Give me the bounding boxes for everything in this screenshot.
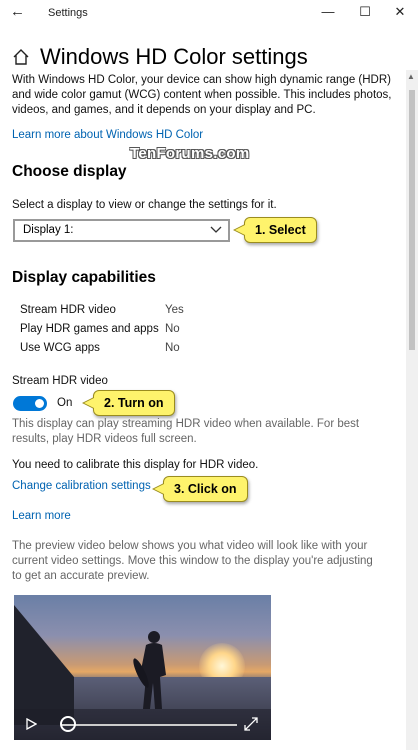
callout-click-on: 3. Click on (152, 476, 248, 502)
video-controls (14, 709, 271, 740)
settings-content: Windows HD Color settings With Windows H… (0, 26, 402, 750)
capability-row: Stream HDR video Yes (20, 304, 220, 323)
display-select[interactable]: Display 1: (13, 219, 230, 242)
stream-hdr-label: Stream HDR video (12, 375, 108, 387)
page-header: Windows HD Color settings (12, 44, 308, 70)
stream-hdr-toggle[interactable] (13, 396, 47, 411)
seek-thumb[interactable] (60, 716, 76, 732)
scroll-up-icon[interactable]: ▲ (407, 72, 415, 81)
page-title: Windows HD Color settings (40, 44, 308, 69)
window-title: Settings (48, 7, 88, 19)
fullscreen-icon[interactable] (244, 717, 258, 731)
display-capabilities-heading: Display capabilities (12, 269, 156, 286)
watermark: TenForums.com (130, 145, 250, 162)
seek-bar[interactable] (62, 724, 237, 726)
capabilities-list: Stream HDR video Yes Play HDR games and … (20, 304, 220, 361)
capability-row: Use WCG apps No (20, 342, 220, 361)
display-select-value: Display 1: (23, 224, 74, 236)
chevron-down-icon (210, 226, 222, 233)
capability-value: No (165, 323, 180, 335)
calibration-notice: You need to calibrate this display for H… (12, 459, 259, 471)
title-bar: ← Settings — ☐ ✕ (0, 0, 418, 26)
preview-video[interactable] (14, 595, 271, 740)
close-icon[interactable]: ✕ (390, 4, 410, 20)
preview-description: The preview video below shows you what v… (12, 540, 373, 582)
stream-hdr-description: This display can play streaming HDR vide… (12, 418, 360, 445)
capability-name: Play HDR games and apps (20, 323, 159, 335)
vertical-scrollbar[interactable]: ▲ (406, 70, 418, 750)
capability-value: No (165, 342, 180, 354)
change-calibration-link[interactable]: Change calibration settings (12, 480, 151, 492)
toggle-knob (35, 399, 44, 408)
capability-value: Yes (165, 304, 184, 316)
capability-row: Play HDR games and apps No (20, 323, 220, 342)
video-ship-hull (14, 605, 74, 725)
learn-more-link[interactable]: Learn more (12, 510, 71, 522)
back-arrow-icon[interactable]: ← (10, 3, 25, 20)
toggle-state-label: On (57, 397, 73, 409)
intro-text: With Windows HD Color, your device can s… (12, 74, 392, 116)
choose-display-heading: Choose display (12, 163, 127, 180)
callout-select: 1. Select (233, 217, 317, 243)
choose-display-label: Select a display to view or change the s… (12, 199, 277, 211)
callout-turn-on: 2. Turn on (82, 390, 175, 416)
learn-more-hd-color-link[interactable]: Learn more about Windows HD Color (12, 129, 203, 141)
capability-name: Use WCG apps (20, 342, 100, 354)
scrollbar-thumb[interactable] (409, 90, 415, 350)
capability-name: Stream HDR video (20, 304, 116, 316)
home-icon (13, 49, 29, 65)
video-person-silhouette (133, 631, 166, 709)
play-icon[interactable] (26, 718, 37, 730)
minimize-icon[interactable]: — (318, 4, 338, 19)
maximize-icon[interactable]: ☐ (355, 4, 375, 20)
